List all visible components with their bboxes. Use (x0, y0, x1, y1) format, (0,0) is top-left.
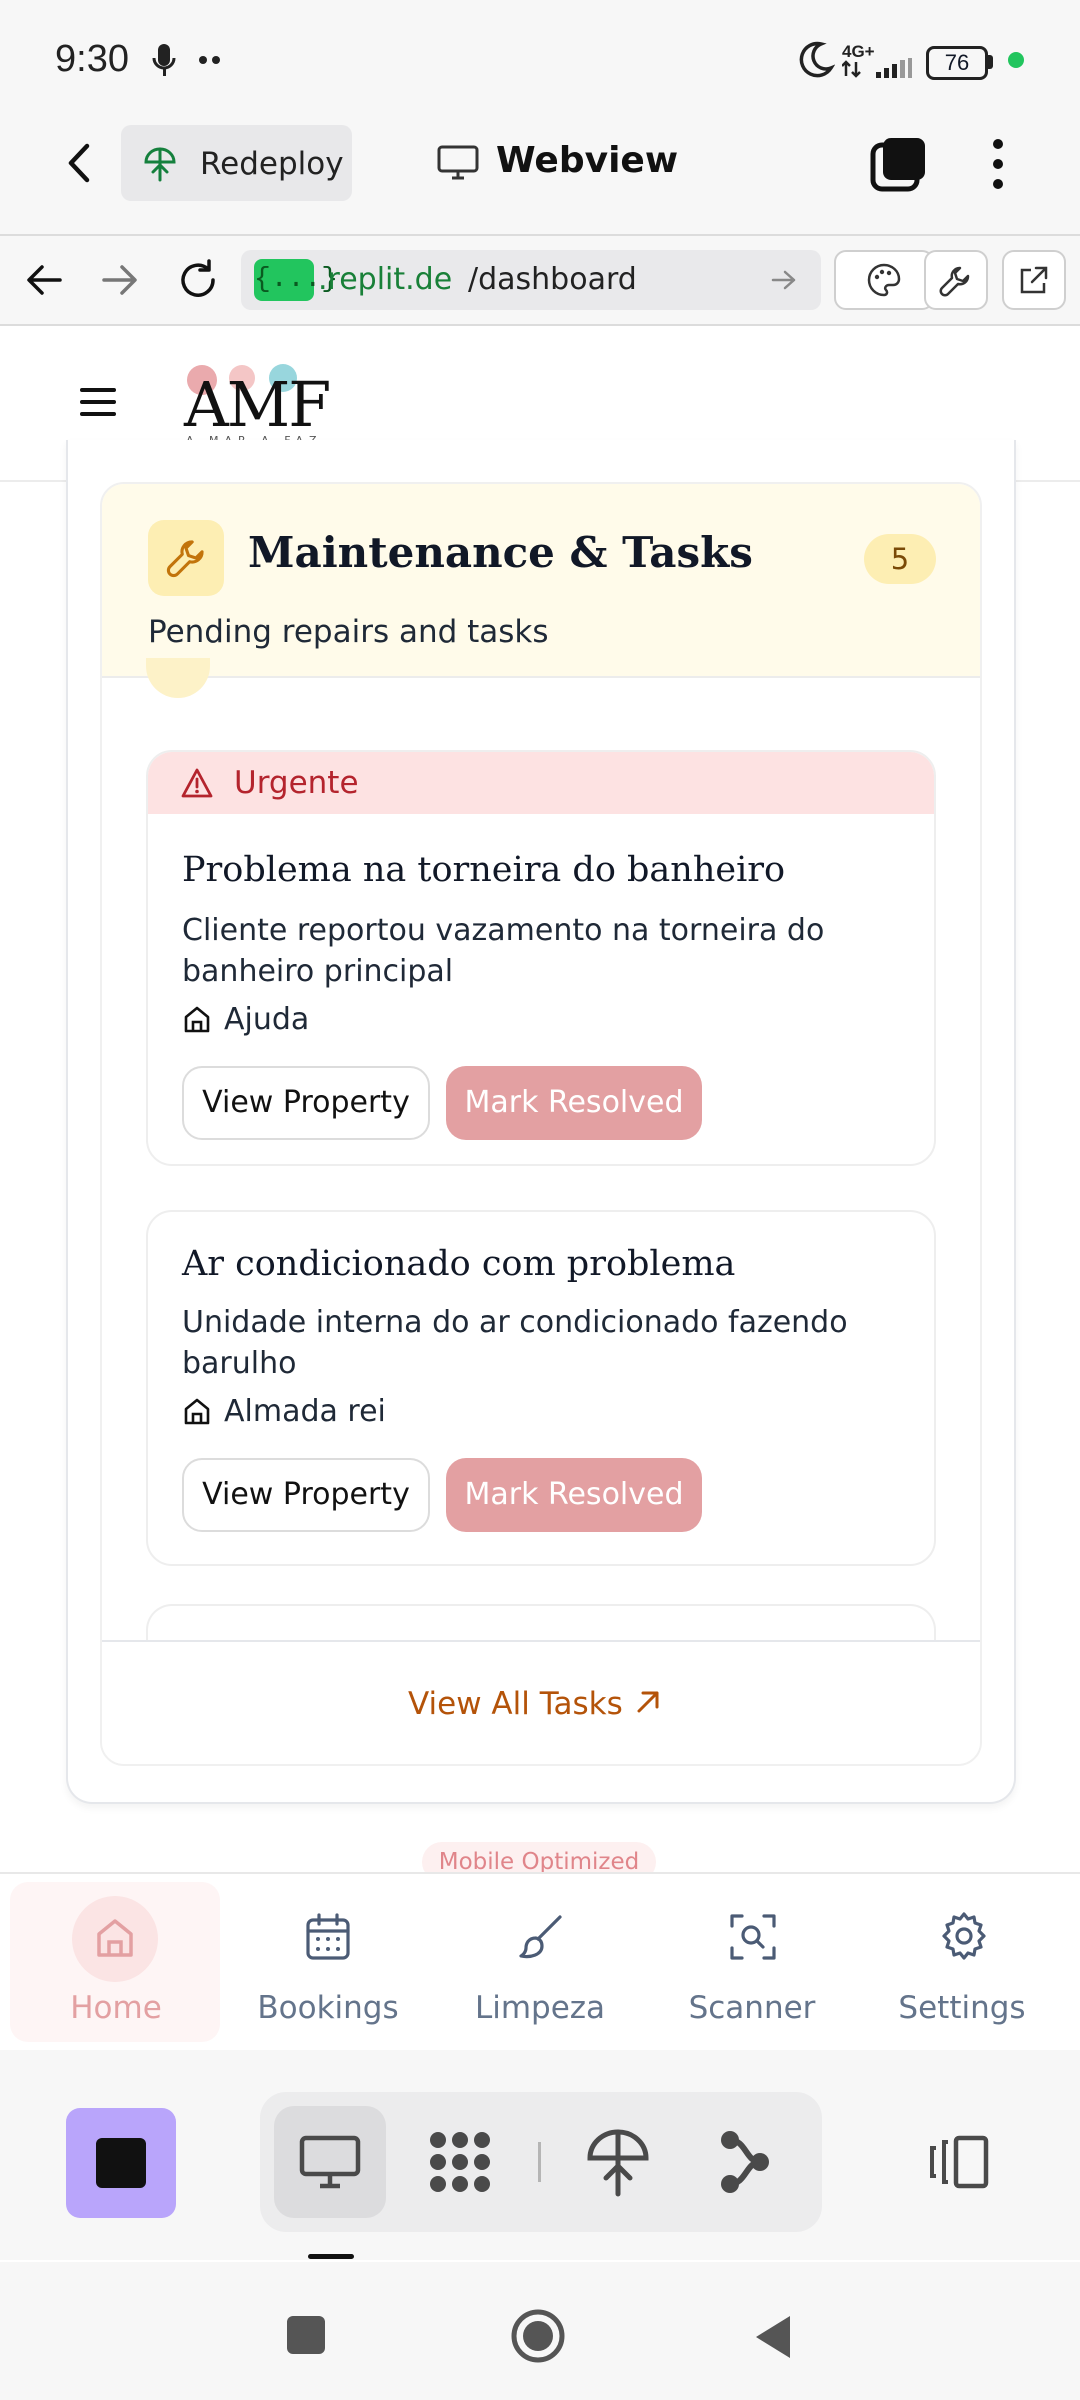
stop-icon (96, 2138, 146, 2188)
section-subtitle: Pending repairs and tasks (148, 614, 549, 650)
back-chevron-icon[interactable] (55, 138, 105, 188)
home-icon (97, 1919, 133, 1957)
battery-indicator: 76 (926, 46, 988, 80)
view-property-button[interactable]: View Property (182, 1066, 430, 1140)
active-tool-indicator (308, 2254, 354, 2259)
palette-icon (867, 263, 901, 297)
gear-icon (942, 1912, 986, 1960)
section-title: Maintenance & Tasks (248, 528, 753, 577)
url-path: /dashboard (468, 262, 637, 297)
monitor-icon (437, 145, 479, 180)
bottom-navigation: Home Bookings Limpeza Scanner Settings (0, 1872, 1080, 2052)
brush-icon (519, 1915, 562, 1959)
task-card: Urgente Problema na torneira do banheiro… (146, 750, 936, 1166)
webview-title: Webview (496, 140, 679, 181)
urgent-label: Urgente (234, 765, 359, 801)
warning-icon (181, 768, 213, 798)
svg-text:AMF: AMF (183, 368, 329, 441)
battery-tip (988, 55, 993, 69)
recents-icon[interactable] (287, 2316, 325, 2354)
calendar-icon (306, 1913, 350, 1960)
nav-limpeza[interactable]: Limpeza (434, 1874, 646, 2052)
redeploy-label: Redeploy (200, 146, 344, 182)
nav-home[interactable]: Home (10, 1874, 222, 2052)
nav-label-scanner: Scanner (688, 1990, 816, 2026)
maintenance-header: Maintenance & Tasks 5 Pending repairs an… (102, 484, 980, 678)
microphone-icon (152, 44, 176, 76)
wrench-icon (166, 540, 204, 578)
maintenance-tasks-panel: Maintenance & Tasks 5 Pending repairs an… (100, 482, 982, 1766)
nav-settings[interactable]: Settings (856, 1874, 1068, 2052)
status-time: 9:30 (55, 38, 129, 80)
url-domain: .replit.de (318, 262, 453, 297)
monitor-icon (299, 2135, 361, 2189)
tabs-icon[interactable] (870, 135, 928, 193)
reload-icon[interactable] (176, 258, 220, 302)
browser-back-icon[interactable] (24, 262, 64, 298)
more-options-icon[interactable] (990, 138, 1006, 190)
deploy-icon[interactable] (584, 2126, 652, 2198)
mark-resolved-button[interactable]: Mark Resolved (446, 1458, 702, 1532)
menu-icon[interactable] (80, 388, 116, 418)
go-arrow-icon[interactable] (770, 268, 798, 292)
home-icon (184, 1398, 210, 1425)
external-link-icon (1020, 266, 1048, 294)
workflows-icon[interactable] (424, 2126, 496, 2198)
task-property: Ajuda (224, 1002, 310, 1037)
split-view-icon[interactable] (926, 2134, 992, 2190)
browser-forward-icon[interactable] (100, 262, 140, 298)
task-title: Problema na torneira do banheiro (182, 850, 786, 890)
scan-icon (730, 1914, 776, 1960)
amf-logo[interactable]: AMF A MAR A FAZ (180, 360, 350, 450)
url-secret-chip: {...} (254, 259, 338, 301)
scroll-peek-dot (146, 658, 210, 698)
deploy-icon (144, 147, 176, 182)
maintenance-icon-box (148, 520, 224, 596)
task-title: Ar condicionado com problema (182, 1244, 736, 1284)
task-property: Almada rei (224, 1394, 386, 1429)
task-card: Ar condicionado com problema Unidade int… (146, 1210, 936, 1566)
view-property-button[interactable]: View Property (182, 1458, 430, 1532)
task-description: Cliente reportou vazamento na torneira d… (182, 913, 825, 989)
arrow-up-right-icon (637, 1691, 659, 1713)
toolbar-divider (538, 2142, 541, 2182)
back-triangle-icon[interactable] (752, 2314, 792, 2360)
privacy-indicator-dot (1008, 52, 1024, 68)
nav-label-bookings: Bookings (257, 1990, 399, 2026)
more-notifications-icon (199, 56, 220, 64)
git-icon[interactable] (716, 2128, 776, 2196)
home-button-icon[interactable] (510, 2308, 566, 2364)
task-description: Unidade interna do ar condicionado fazen… (182, 1305, 848, 1381)
do-not-disturb-icon (799, 41, 835, 78)
view-all-tasks-link[interactable]: View All Tasks (102, 1640, 980, 1764)
nav-bookings[interactable]: Bookings (222, 1874, 434, 2052)
nav-label-settings: Settings (898, 1990, 1026, 2026)
nav-scanner[interactable]: Scanner (646, 1874, 858, 2052)
urgent-banner: Urgente (148, 752, 934, 814)
mark-resolved-button[interactable]: Mark Resolved (446, 1066, 702, 1140)
task-count-badge: 5 (864, 534, 936, 584)
nav-label-home: Home (70, 1990, 162, 2026)
nav-label-limpeza: Limpeza (474, 1990, 606, 2026)
view-all-label: View All Tasks (408, 1686, 623, 1722)
wrench-icon (939, 266, 970, 297)
home-icon (184, 1006, 210, 1033)
signal-icon (842, 58, 912, 78)
